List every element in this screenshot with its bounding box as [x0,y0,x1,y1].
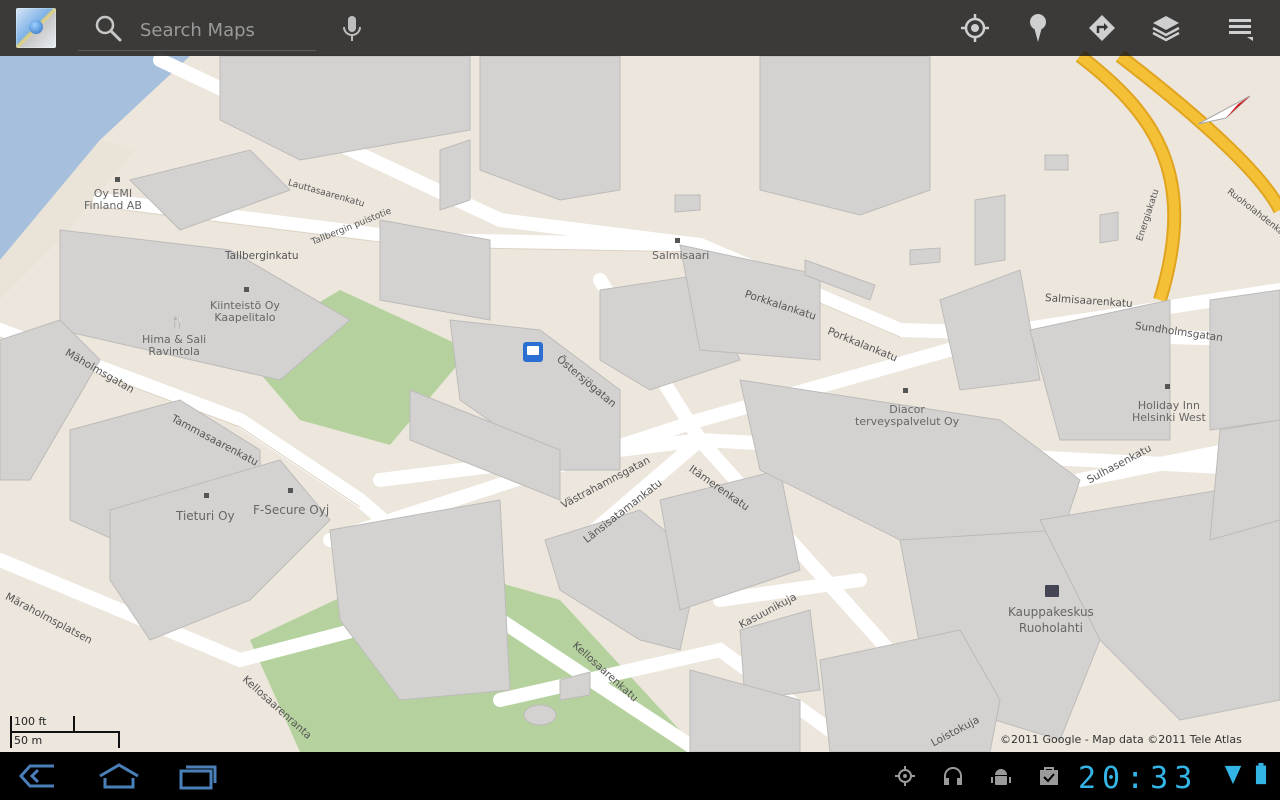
poi-marker[interactable] [288,488,293,493]
menu-icon[interactable] [1224,12,1256,44]
recent-apps-icon[interactable] [178,762,218,790]
mic-icon[interactable] [340,14,364,44]
action-bar [0,0,1280,56]
scale-bar: 100 ft 50 m [10,714,120,750]
directions-icon[interactable] [1086,12,1118,44]
map-canvas[interactable] [0,0,1280,752]
poi-label-kaapelitalo[interactable]: Kiinteistö Oy Kaapelitalo [210,300,280,324]
poi-label-hima-sali[interactable]: Hima & Sali Ravintola [142,334,206,358]
scale-imperial: 100 ft [14,715,47,728]
places-pin-icon[interactable] [1022,12,1054,44]
gps-icon[interactable] [894,765,916,787]
layers-icon[interactable] [1150,12,1182,44]
poi-label-oy-emi[interactable]: Oy EMI Finland AB [84,188,142,212]
search-box[interactable] [78,6,316,51]
system-bar: 20:33 [0,752,1280,800]
back-icon[interactable] [18,762,58,790]
divider [1204,14,1205,42]
poi-marker[interactable] [204,493,209,498]
search-icon[interactable] [94,14,122,42]
map-view[interactable]: Tallberginkatu Salmisaarenkatu Porkkalan… [0,0,1280,752]
headphones-icon[interactable] [942,765,964,787]
scale-metric: 50 m [14,734,43,747]
restaurant-icon[interactable]: 🍴 [170,316,185,328]
poi-label-diacor[interactable]: Diacor terveyspalvelut Oy [855,404,959,428]
search-input[interactable] [138,16,312,44]
home-icon[interactable] [97,762,141,790]
android-debug-icon[interactable] [990,765,1012,787]
poi-marker[interactable] [115,177,120,182]
battery-icon[interactable] [1250,763,1272,785]
signal-icon[interactable] [1222,764,1244,786]
poi-label-kauppakeskus[interactable]: Kauppakeskus Ruoholahti [1008,604,1094,636]
poi-label-salmisaari[interactable]: Salmisaari [652,250,709,262]
poi-label-holiday-inn[interactable]: Holiday Inn Helsinki West [1132,400,1206,424]
task-done-icon[interactable] [1038,765,1060,787]
poi-label-tieturi[interactable]: Tieturi Oy [176,510,235,522]
app-logo[interactable] [16,8,56,48]
clock[interactable]: 20:33 [1078,761,1198,796]
map-copyright: ©2011 Google - Map data ©2011 Tele Atlas [1000,733,1242,746]
poi-marker[interactable] [675,238,680,243]
poi-marker[interactable] [244,287,249,292]
street-label: Tallberginkatu [225,250,299,262]
poi-label-fsecure[interactable]: F-Secure Oyj [253,504,329,516]
poi-marker[interactable] [1165,384,1170,389]
shopping-icon [1045,585,1059,597]
my-location-icon[interactable] [959,12,991,44]
compass-needle-white [1197,95,1251,125]
poi-marker[interactable] [903,388,908,393]
